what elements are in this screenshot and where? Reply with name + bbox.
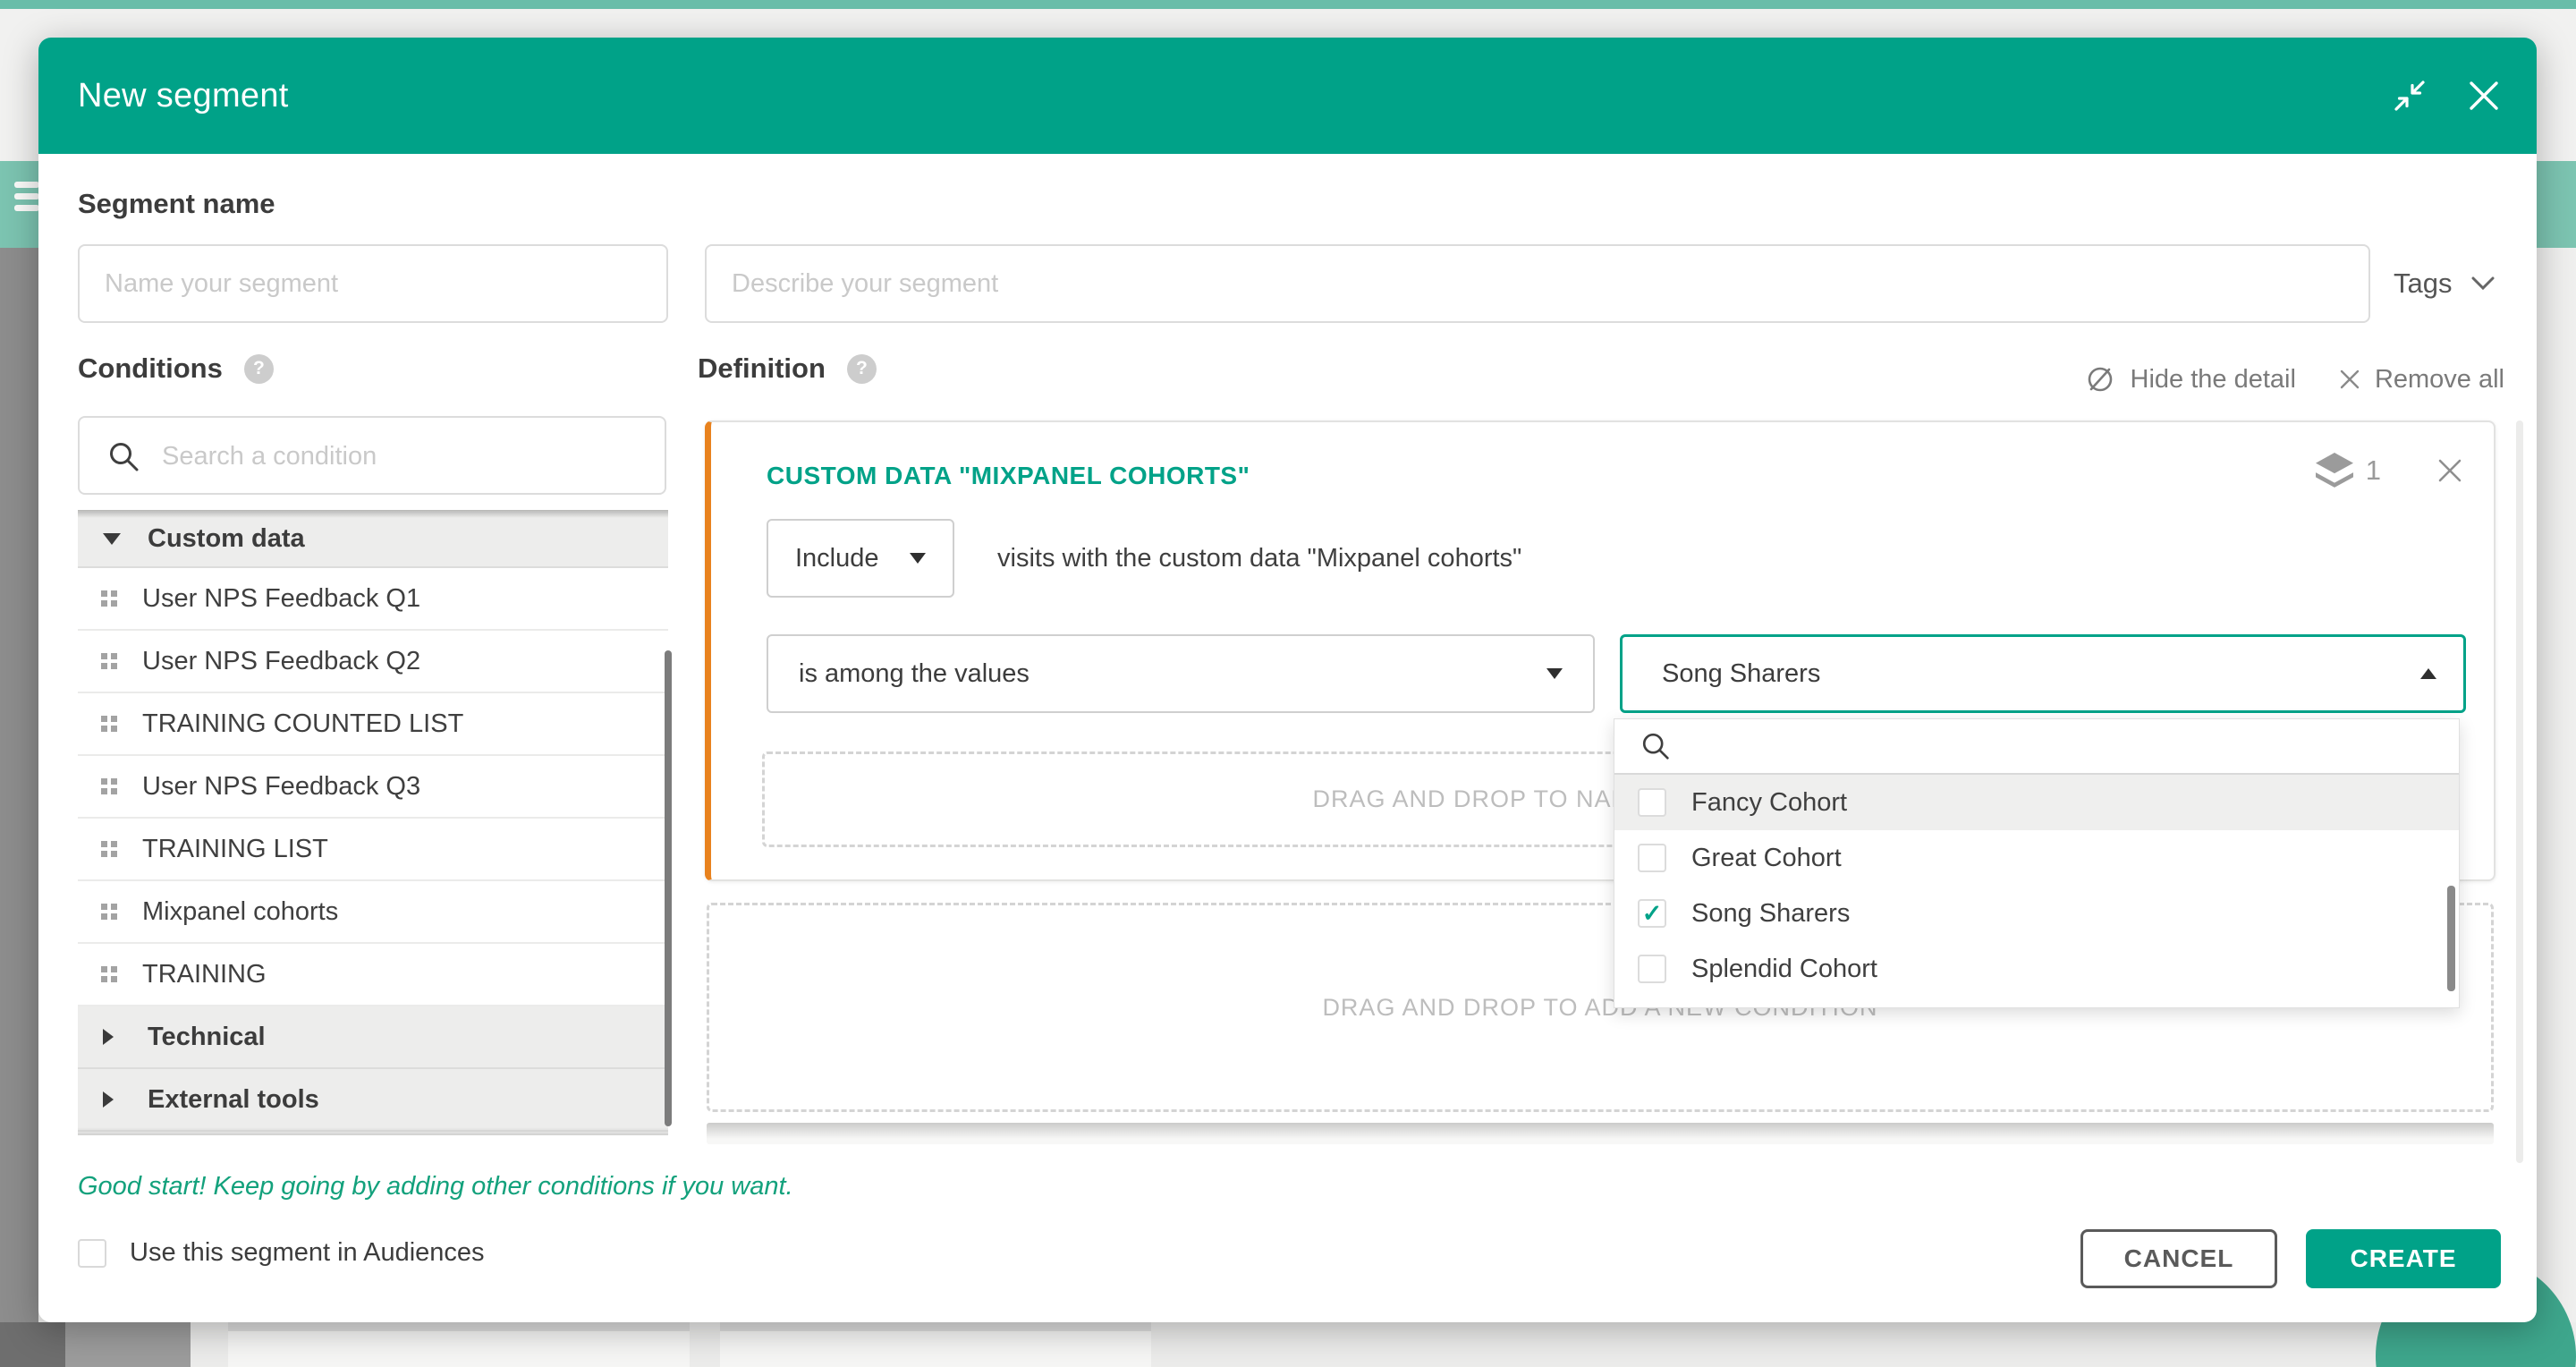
definition-actions: Hide the detail Remove all <box>2084 363 2504 395</box>
segment-description-input[interactable] <box>705 244 2370 323</box>
condition-group-custom-data[interactable]: Custom data <box>78 512 668 568</box>
condition-item[interactable]: User NPS Feedback Q2 <box>78 631 668 693</box>
values-dropdown-panel: Fancy Cohort Great Cohort ✓ Song Sharers… <box>1614 718 2460 1008</box>
dropdown-option[interactable]: Great Cohort <box>1614 830 2459 886</box>
condition-item[interactable]: User NPS Feedback Q1 <box>78 568 668 631</box>
dropdown-option[interactable]: Splendid Cohort <box>1614 941 2459 997</box>
checkbox-unchecked[interactable] <box>1638 788 1666 817</box>
condition-card-tools: 1 <box>2316 453 2463 488</box>
triangle-down-icon <box>910 553 926 564</box>
drag-handle-icon <box>101 966 117 982</box>
triangle-down-icon <box>1546 668 1563 679</box>
conditions-list: Custom data User NPS Feedback Q1 User NP… <box>78 512 668 1135</box>
dropdown-option[interactable]: Fancy Cohort <box>1614 775 2459 830</box>
modal-header: New segment <box>38 38 2537 154</box>
include-select[interactable]: Include <box>767 519 954 598</box>
condition-item[interactable]: TRAINING COUNTED LIST <box>78 693 668 756</box>
background-card-2 <box>720 1322 1151 1367</box>
tags-label: Tags <box>2394 267 2452 300</box>
horizontal-scrollbar[interactable] <box>707 1123 2494 1144</box>
definition-scroll-track[interactable] <box>2516 420 2523 1163</box>
condition-group-technical[interactable]: Technical <box>78 1006 668 1069</box>
x-icon <box>2339 369 2360 390</box>
drag-handle-icon <box>101 841 117 857</box>
drag-handle-icon <box>101 590 117 607</box>
condition-group-label: Custom data <box>148 524 305 554</box>
triangle-collapsed-icon <box>103 1029 114 1045</box>
collapse-icon[interactable] <box>2394 80 2426 112</box>
background-card-1 <box>228 1322 690 1367</box>
modal-title: New segment <box>78 77 289 115</box>
dropdown-option[interactable]: ✓ Song Sharers <box>1614 886 2459 941</box>
segment-name-input[interactable] <box>78 244 668 323</box>
condition-group-label: Technical <box>148 1023 266 1052</box>
condition-search[interactable] <box>78 416 666 495</box>
checkbox-checked[interactable]: ✓ <box>1638 899 1666 928</box>
condition-description: visits with the custom data "Mixpanel co… <box>997 519 1521 598</box>
background-bottom-dark <box>0 1322 65 1367</box>
close-icon[interactable] <box>2467 79 2501 113</box>
condition-item[interactable]: User NPS Feedback Q3 <box>78 756 668 819</box>
conditions-heading: Conditions ? <box>78 352 274 385</box>
condition-search-input[interactable] <box>160 420 647 493</box>
condition-close-icon[interactable] <box>2436 457 2463 484</box>
segment-name-label: Segment name <box>78 188 275 220</box>
dropdown-scrollbar[interactable] <box>2447 886 2455 991</box>
cancel-button[interactable]: CANCEL <box>2080 1229 2277 1288</box>
definition-heading-label: Definition <box>698 352 826 385</box>
layer-count: 1 <box>2366 454 2381 487</box>
chevron-down-icon <box>2471 276 2495 292</box>
search-icon <box>1640 730 1674 764</box>
condition-group-label: External tools <box>148 1085 319 1115</box>
audiences-checkbox[interactable] <box>78 1239 106 1268</box>
condition-item[interactable]: Mixpanel cohorts <box>78 881 668 944</box>
new-segment-modal: New segment Segment name Tags <box>38 38 2537 1322</box>
triangle-up-icon <box>2420 668 2436 679</box>
checkbox-unchecked[interactable] <box>1638 844 1666 872</box>
drag-handle-icon <box>101 716 117 732</box>
progress-hint: Good start! Keep going by adding other c… <box>78 1172 793 1201</box>
help-icon[interactable]: ? <box>847 354 877 384</box>
background-right <box>2537 248 2576 1367</box>
hide-detail-button[interactable]: Hide the detail <box>2084 363 2296 395</box>
search-icon <box>106 439 142 475</box>
conditions-scrollbar[interactable] <box>665 650 672 1126</box>
layers-icon <box>2316 453 2353 488</box>
drag-handle-icon <box>101 653 117 669</box>
condition-item[interactable]: TRAINING LIST <box>78 819 668 881</box>
screen: New segment Segment name Tags <box>0 0 2576 1367</box>
condition-item[interactable]: TRAINING <box>78 944 668 1006</box>
values-select[interactable]: Song Sharers <box>1620 634 2466 713</box>
condition-card-title: CUSTOM DATA "MIXPANEL COHORTS" <box>767 462 1250 490</box>
definition-heading: Definition ? <box>698 352 877 385</box>
triangle-expanded-icon <box>103 533 121 545</box>
help-icon[interactable]: ? <box>244 354 274 384</box>
remove-all-button[interactable]: Remove all <box>2339 365 2504 395</box>
check-icon: ✓ <box>1642 902 1663 926</box>
drag-handle-icon <box>101 778 117 794</box>
background-left <box>0 248 38 1367</box>
checkbox-unchecked[interactable] <box>1638 955 1666 983</box>
drag-handle-icon <box>101 904 117 920</box>
create-button[interactable]: CREATE <box>2306 1229 2501 1288</box>
condition-group-external-tools[interactable]: External tools <box>78 1069 668 1132</box>
background-bottom-mid <box>65 1322 191 1367</box>
audiences-checkbox-row[interactable]: Use this segment in Audiences <box>78 1238 485 1268</box>
eye-slash-icon <box>2084 363 2116 395</box>
dropdown-search[interactable] <box>1614 719 2459 775</box>
audiences-checkbox-label: Use this segment in Audiences <box>130 1238 485 1268</box>
triangle-collapsed-icon <box>103 1091 114 1108</box>
background-topbar <box>0 0 2576 9</box>
operator-select[interactable]: is among the values <box>767 634 1595 713</box>
hamburger-menu-icon <box>14 182 41 211</box>
tags-dropdown[interactable]: Tags <box>2394 263 2495 304</box>
conditions-heading-label: Conditions <box>78 352 223 385</box>
